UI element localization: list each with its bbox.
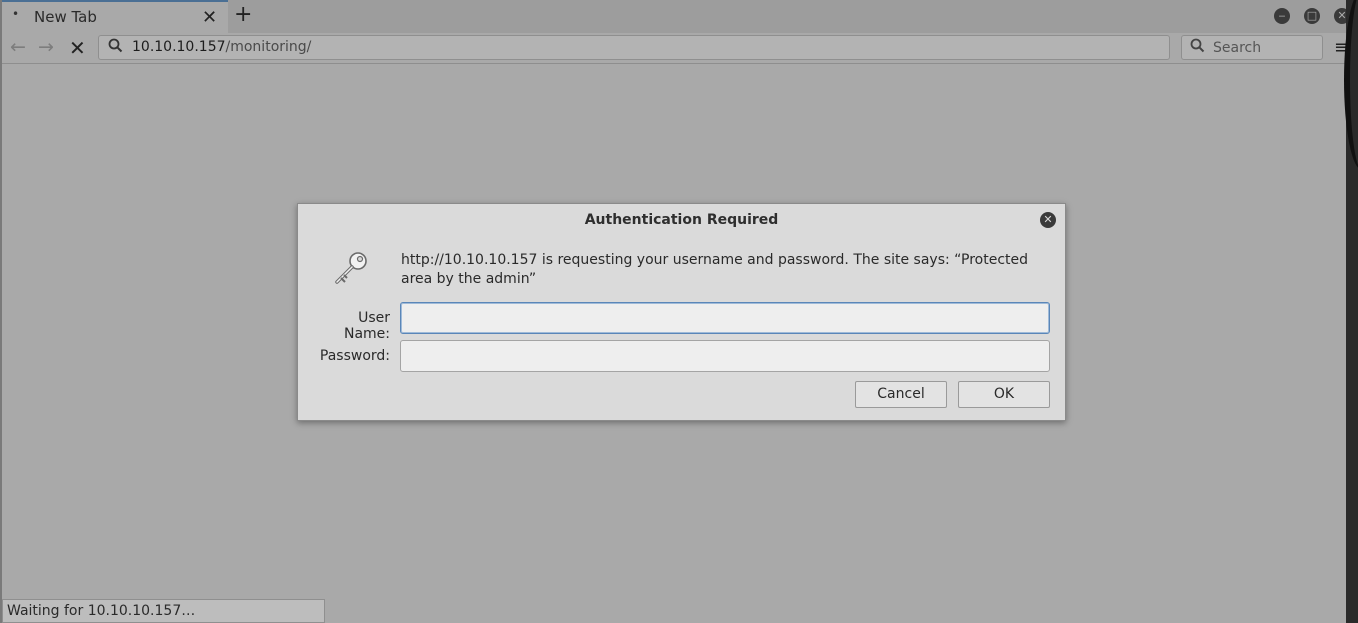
window-close-icon[interactable]: ✕ xyxy=(1334,8,1346,24)
dialog-title: Authentication Required xyxy=(584,212,779,228)
navigation-bar: ← → ✕ 10.10.10.157/monitoring/ Search ≡ xyxy=(2,33,1346,64)
search-bar[interactable]: Search xyxy=(1181,35,1323,60)
ok-button[interactable]: OK xyxy=(958,381,1050,408)
search-icon xyxy=(108,38,123,57)
tab-title: New Tab xyxy=(34,8,97,26)
url-bar[interactable]: 10.10.10.157/monitoring/ xyxy=(98,35,1170,60)
key-icon xyxy=(332,248,372,288)
tab-loading-icon: • xyxy=(12,7,20,21)
authentication-dialog: Authentication Required ✕ http://10.10.1… xyxy=(297,203,1066,421)
search-placeholder: Search xyxy=(1213,40,1262,56)
browser-window: • New Tab ✕ + ‒ □ ✕ ← → ✕ 10.10.10.157/m… xyxy=(0,0,1346,623)
url-path: /monitoring/ xyxy=(225,39,312,55)
username-field[interactable] xyxy=(400,302,1050,334)
password-label: Password: xyxy=(319,348,390,364)
tab-bar: • New Tab ✕ + ‒ □ ✕ xyxy=(2,0,1346,33)
url-text: 10.10.10.157/monitoring/ xyxy=(132,39,311,55)
username-label: User Name: xyxy=(343,310,390,342)
stop-loading-icon[interactable]: ✕ xyxy=(69,36,86,60)
dialog-message: http://10.10.10.157 is requesting your u… xyxy=(401,252,1028,287)
tab-close-icon[interactable]: ✕ xyxy=(202,7,217,28)
back-arrow-icon[interactable]: ← xyxy=(10,36,26,58)
url-host: 10.10.10.157 xyxy=(132,39,226,55)
desktop-decoration xyxy=(1344,0,1358,170)
tab-new-tab[interactable]: • New Tab ✕ xyxy=(2,0,228,33)
maximize-icon[interactable]: □ xyxy=(1304,8,1320,24)
new-tab-button[interactable]: + xyxy=(234,2,252,27)
dialog-close-icon[interactable]: ✕ xyxy=(1040,212,1056,228)
cancel-button[interactable]: Cancel xyxy=(855,381,947,408)
minimize-icon[interactable]: ‒ xyxy=(1274,8,1290,24)
status-bar: Waiting for 10.10.10.157… xyxy=(2,599,325,623)
password-field[interactable] xyxy=(400,340,1050,372)
forward-arrow-icon[interactable]: → xyxy=(38,36,54,58)
search-icon xyxy=(1190,38,1205,57)
desktop-edge xyxy=(1344,0,1358,623)
